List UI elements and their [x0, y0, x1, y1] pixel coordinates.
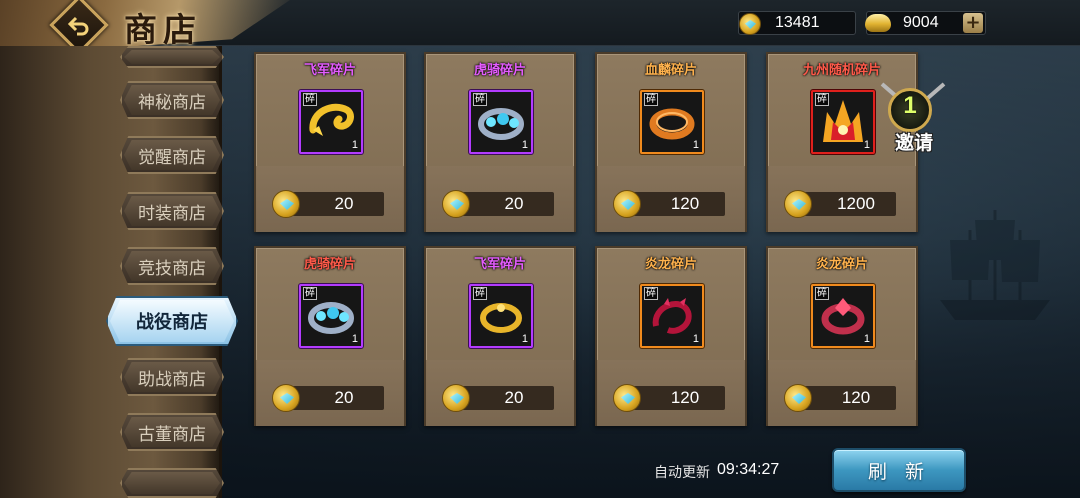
gem-coin-icon: [613, 384, 641, 412]
auto-refresh-label: 自动更新: [654, 465, 710, 481]
item-name: 炎龙碎片: [644, 257, 697, 272]
item-name: 虎骑碎片: [303, 257, 356, 272]
auto-refresh-timer: 09:34:27: [717, 461, 780, 478]
item-price: 120: [670, 194, 700, 213]
fragment-tag: 碎: [815, 93, 829, 106]
item-icon-box: 碎 1: [469, 90, 533, 154]
shop-item-card[interactable]: 血麟碎片 碎 1 120: [595, 52, 747, 232]
item-name: 虎骑碎片: [473, 63, 526, 78]
item-price: 20: [504, 194, 524, 213]
tab-scrolled-above[interactable]: [120, 46, 224, 68]
tab-mystery-shop[interactable]: 神秘商店: [120, 81, 224, 119]
tab-support-shop[interactable]: 助战商店: [120, 358, 224, 396]
item-price: 20: [334, 194, 354, 213]
gem-coin-icon: [784, 384, 812, 412]
gold-amount: 9004: [903, 14, 939, 31]
item-icon-box: 碎 1: [299, 90, 363, 154]
tab-campaign-shop[interactable]: 战役商店: [106, 296, 238, 346]
tab-label: 战役商店: [136, 312, 208, 333]
ship-silhouette-icon: [940, 210, 1050, 320]
price-bar: 20: [442, 190, 554, 218]
invite-badge[interactable]: 1 邀请: [878, 80, 948, 154]
item-icon-box: 碎 1: [640, 90, 704, 154]
gem-amount: 13481: [775, 14, 820, 31]
item-icon-box: 碎 1: [811, 90, 875, 154]
tab-label: 助战商店: [138, 369, 206, 390]
item-quantity: 1: [351, 333, 358, 345]
tab-scrolled-below[interactable]: [120, 468, 224, 498]
refresh-button[interactable]: 刷 新: [832, 448, 966, 492]
item-name: 飞军碎片: [473, 257, 526, 272]
fragment-tag: 碎: [473, 287, 487, 300]
invite-count: 1: [903, 92, 917, 119]
tab-label: 竞技商店: [138, 258, 206, 279]
item-name: 九州随机碎片: [802, 63, 881, 78]
item-quantity: 1: [863, 333, 870, 345]
gem-coin-icon: [272, 384, 300, 412]
item-quantity: 1: [692, 333, 699, 345]
tab-label: 觉醒商店: [138, 147, 206, 168]
tab-arena-shop[interactable]: 竞技商店: [120, 247, 224, 285]
price-bar: 20: [272, 190, 384, 218]
gem-coin-icon: [272, 190, 300, 218]
fragment-tag: 碎: [473, 93, 487, 106]
shop-item-card[interactable]: 虎骑碎片 碎 1 20: [254, 246, 406, 426]
tab-antique-shop[interactable]: 古董商店: [120, 413, 224, 451]
item-name: 血麟碎片: [644, 63, 697, 78]
item-icon-box: 碎 1: [299, 284, 363, 348]
price-bar: 120: [613, 384, 725, 412]
add-currency-button[interactable]: +: [963, 13, 983, 33]
shop-item-card[interactable]: 炎龙碎片 碎 1 120: [595, 246, 747, 426]
gem-coin-icon: [739, 13, 761, 35]
item-price: 120: [670, 388, 700, 407]
fragment-tag: 碎: [644, 93, 658, 106]
price-bar: 1200: [784, 190, 896, 218]
item-price: 1200: [837, 194, 875, 213]
back-arrow-icon: [67, 16, 89, 36]
item-quantity: 1: [351, 139, 358, 151]
gem-coin-icon: [784, 190, 812, 218]
tab-label: 古董商店: [138, 424, 206, 445]
gold-currency-display: 9004 +: [865, 11, 986, 35]
gem-coin-icon: [442, 384, 470, 412]
item-quantity: 1: [521, 333, 528, 345]
price-bar: 20: [272, 384, 384, 412]
item-price: 120: [841, 388, 871, 407]
shop-item-card[interactable]: 飞军碎片 碎 1 20: [254, 52, 406, 232]
tab-fashion-shop[interactable]: 时装商店: [120, 192, 224, 230]
item-name: 飞军碎片: [303, 63, 356, 78]
fragment-tag: 碎: [303, 287, 317, 300]
item-price: 20: [504, 388, 524, 407]
shop-item-card[interactable]: 虎骑碎片 碎 1 20: [424, 52, 576, 232]
price-bar: 120: [613, 190, 725, 218]
gem-currency-display: 13481: [738, 11, 856, 35]
item-quantity: 1: [692, 139, 699, 151]
gem-coin-icon: [613, 190, 641, 218]
fragment-tag: 碎: [303, 93, 317, 106]
item-name: 炎龙碎片: [815, 257, 868, 272]
shop-item-card[interactable]: 飞军碎片 碎 1 20: [424, 246, 576, 426]
price-bar: 120: [784, 384, 896, 412]
item-icon-box: 碎 1: [811, 284, 875, 348]
item-icon-box: 碎 1: [469, 284, 533, 348]
tab-label: 时装商店: [138, 203, 206, 224]
price-bar: 20: [442, 384, 554, 412]
tab-label: 神秘商店: [138, 92, 206, 113]
fragment-tag: 碎: [644, 287, 658, 300]
tab-awaken-shop[interactable]: 觉醒商店: [120, 136, 224, 174]
shop-item-card[interactable]: 炎龙碎片 碎 1 120: [766, 246, 918, 426]
item-quantity: 1: [863, 139, 870, 151]
fragment-tag: 碎: [815, 287, 829, 300]
invite-label: 邀请: [894, 132, 933, 154]
gem-coin-icon: [442, 190, 470, 218]
item-quantity: 1: [521, 139, 528, 151]
page-title: 商店: [124, 10, 202, 49]
gold-ingot-icon: [865, 14, 891, 32]
item-icon-box: 碎 1: [640, 284, 704, 348]
item-price: 20: [334, 388, 354, 407]
